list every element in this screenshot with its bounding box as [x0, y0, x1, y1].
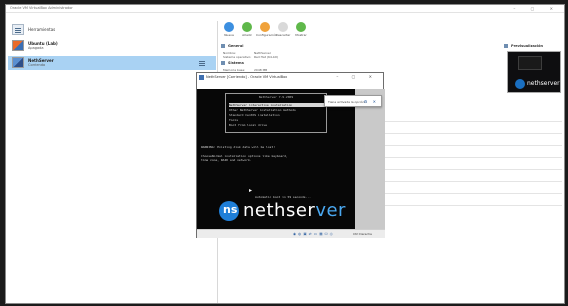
- preview-header[interactable]: Previsualización: [503, 43, 563, 50]
- details-separators: [384, 121, 562, 221]
- console-title: NethServer [Corriendo] - Oracle VM Virtu…: [206, 75, 288, 79]
- general-title: General: [228, 44, 244, 48]
- device-status-icons[interactable]: ◉ ◍ ▣ ⇄ ▭ ▦ ⛁ ◎: [293, 232, 333, 236]
- new-label: Nueva: [224, 33, 234, 37]
- guest-display[interactable]: NethServer 7.9.2009 NethServer interacti…: [197, 89, 355, 229]
- add-icon: [242, 22, 252, 32]
- boot-menu: NethServer 7.9.2009 NethServer interacti…: [225, 93, 327, 133]
- popup-text: Tiene activada la opción...: [328, 100, 368, 104]
- console-window-buttons[interactable]: – ▢ ✕: [336, 74, 378, 79]
- settings-label: Configuración: [256, 33, 277, 37]
- virtualbox-icon: [199, 75, 204, 80]
- boot-option-centos[interactable]: Standard CentOS installation: [229, 113, 280, 117]
- prop-os-value: Red Hat (64-bit): [254, 55, 279, 59]
- manager-title: Oracle VM VirtualBox Administrador: [10, 6, 73, 10]
- auto-boot-text: Automatic boot in 59 seconds...: [255, 195, 311, 199]
- boot-option-interactive[interactable]: NethServer interactive installation: [229, 103, 325, 107]
- nethserver-logo-icon: [515, 79, 525, 89]
- console-side-area: [355, 89, 385, 229]
- system-icon: [221, 61, 225, 65]
- prop-os-label: Sistema operativo:: [223, 55, 252, 59]
- add-button[interactable]: Añadir: [238, 22, 256, 42]
- show-arrow-icon: [296, 22, 306, 32]
- redhat-os-icon: [12, 57, 24, 68]
- vm-item-ubuntu[interactable]: Ubuntu (Lab) Apagada: [8, 39, 216, 53]
- preview-logo-text: nethserver: [527, 80, 560, 87]
- boot-option-local[interactable]: Boot from local drive: [229, 123, 267, 127]
- vm-item-nethserver[interactable]: NethServer Corriendo: [8, 56, 216, 70]
- new-icon: [224, 22, 234, 32]
- general-section-header[interactable]: General: [220, 43, 500, 50]
- preview-panel: Previsualización nethserver: [503, 43, 563, 103]
- popup-icons[interactable]: ⚙ ✕: [364, 99, 378, 104]
- choose-text-2: time zone, RAID and network.: [201, 158, 252, 162]
- show-label: Mostrar: [295, 33, 307, 37]
- console-menubar: Archivo Máquina Ver Entrada Dispositivos…: [197, 82, 383, 98]
- gear-icon: [260, 22, 270, 32]
- boot-option-tools[interactable]: Tools: [229, 118, 238, 122]
- manager-window-buttons[interactable]: – ▢ ✕: [513, 6, 560, 11]
- manager-menubar: Archivo Máquina Ayuda: [6, 14, 564, 30]
- boot-option-other[interactable]: Other NethServer installation methods: [229, 108, 296, 112]
- preview-boot-menu: [518, 56, 542, 70]
- preview-title: Previsualización: [511, 44, 544, 48]
- host-key-label: Ctrl Derecha: [353, 232, 372, 236]
- system-title: Sistema: [228, 61, 244, 65]
- vm-list-panel: Herramientas Ubuntu (Lab) Apagada NethSe…: [6, 21, 218, 303]
- settings-button[interactable]: Configuración: [256, 22, 277, 42]
- system-section-header[interactable]: Sistema: [220, 60, 500, 67]
- notification-popup: Tiene activada la opción... ⚙ ✕: [324, 95, 382, 107]
- tools-item[interactable]: Herramientas: [8, 23, 216, 37]
- add-label: Añadir: [242, 33, 252, 37]
- preview-icon: [504, 44, 508, 48]
- tools-icon: [12, 24, 24, 35]
- tools-label: Herramientas: [28, 27, 56, 32]
- vm-item-menu-icon[interactable]: [199, 61, 205, 66]
- discard-button[interactable]: Descartar: [274, 22, 292, 42]
- vm-status: Apagada: [28, 46, 44, 50]
- vm-status: Corriendo: [28, 63, 46, 67]
- ubuntu-os-icon: [12, 40, 24, 51]
- show-button[interactable]: Mostrar: [292, 22, 310, 42]
- general-icon: [221, 44, 225, 48]
- mouse-cursor-icon: ▸: [249, 187, 253, 194]
- manager-toolbar: Nueva Añadir Configuración Descartar Mos…: [220, 22, 310, 42]
- discard-icon: [278, 22, 288, 32]
- console-titlebar: NethServer [Corriendo] - Oracle VM Virtu…: [197, 73, 383, 82]
- manager-titlebar: Oracle VM VirtualBox Administrador – ▢ ✕: [6, 5, 564, 13]
- console-statusbar: ◉ ◍ ▣ ⇄ ▭ ▦ ⛁ ◎ Ctrl Derecha: [197, 229, 385, 238]
- nethserver-logo-text: nethserver: [243, 200, 346, 221]
- preview-thumbnail: nethserver: [507, 51, 561, 93]
- desktop: Oracle VM VirtualBox Administrador – ▢ ✕…: [0, 0, 568, 306]
- new-button[interactable]: Nueva: [220, 22, 238, 42]
- discard-label: Descartar: [275, 33, 291, 37]
- nethserver-logo-icon: ns: [219, 201, 239, 221]
- warning-text: WARNING: Existing disk data will be lost…: [201, 145, 276, 149]
- boot-menu-title: NethServer 7.9.2009: [258, 95, 294, 99]
